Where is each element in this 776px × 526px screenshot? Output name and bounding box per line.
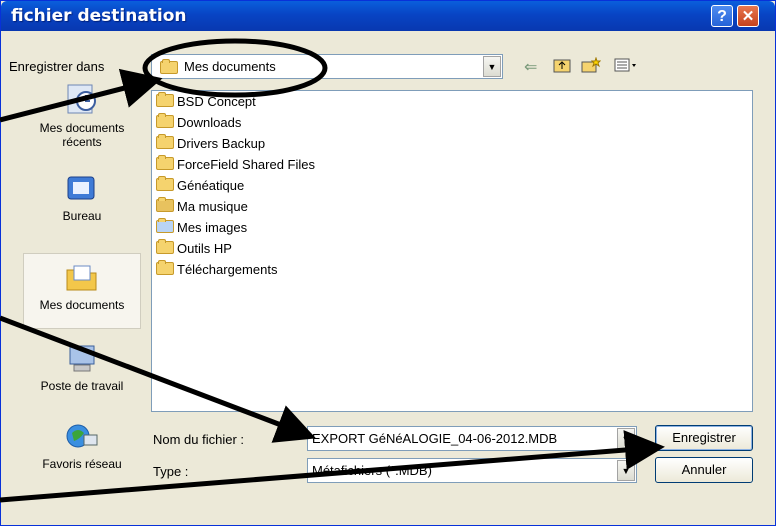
place-label: Bureau [62, 209, 102, 223]
list-item[interactable]: Téléchargements [156, 260, 277, 282]
save-in-label: Enregistrer dans [9, 59, 105, 74]
place-label: Mes documents récents [39, 121, 125, 149]
new-folder-icon[interactable] [581, 56, 602, 78]
recent-documents-icon [67, 84, 96, 114]
music-folder-icon [156, 197, 174, 212]
place-network[interactable]: Favoris réseau [23, 421, 141, 471]
title-bar[interactable]: fichier destination ? ✕ [1, 1, 775, 31]
help-button[interactable]: ? [711, 5, 733, 27]
place-label: Poste de travail [40, 379, 124, 393]
network-places-icon [66, 424, 98, 448]
view-menu-icon[interactable] [614, 57, 638, 78]
chevron-down-icon[interactable]: ▼ [483, 56, 501, 77]
up-folder-icon[interactable] [553, 57, 571, 78]
close-button[interactable]: ✕ [737, 5, 759, 27]
place-my-documents[interactable]: Mes documents [23, 253, 141, 329]
filename-value: EXPORT GéNéALOGIE_04-06-2012.MDB [312, 431, 558, 446]
folder-icon [156, 92, 174, 107]
folder-icon [156, 155, 174, 170]
folder-icon [156, 113, 174, 128]
place-label: Favoris réseau [42, 457, 122, 471]
window-title: fichier destination [11, 6, 187, 26]
my-documents-icon [66, 265, 97, 291]
desktop-icon [67, 176, 95, 200]
save-in-dropdown[interactable]: Mes documents ▼ [151, 54, 503, 79]
filetype-value: Métafichiers (*.MDB) [312, 463, 432, 478]
cancel-button[interactable]: Annuler [655, 457, 753, 483]
place-recent-documents[interactable]: Mes documents récents [23, 81, 141, 149]
folder-icon [156, 176, 174, 191]
chevron-down-icon[interactable]: ▼ [617, 428, 635, 449]
place-my-computer[interactable]: Poste de travail [23, 343, 141, 393]
folder-icon [160, 59, 181, 78]
chevron-down-icon[interactable]: ▼ [617, 460, 635, 481]
pictures-folder-icon [156, 218, 174, 233]
save-in-value: Mes documents [184, 59, 276, 74]
filetype-dropdown[interactable]: Métafichiers (*.MDB) ▼ [307, 458, 637, 483]
list-item[interactable]: ForceField Shared Files [156, 155, 315, 177]
filetype-label: Type : [153, 464, 189, 479]
list-item[interactable]: Drivers Backup [156, 134, 265, 156]
list-item[interactable]: BSD Concept [156, 92, 256, 114]
place-label: Mes documents [39, 298, 125, 312]
list-item[interactable]: Généatique [156, 176, 244, 198]
back-arrow-icon[interactable]: ⇐ [524, 57, 537, 77]
list-item[interactable]: Mes images [156, 218, 247, 240]
file-list[interactable]: BSD Concept Downloads Drivers Backup For… [151, 90, 753, 412]
places-bar: Mes documents récents Bureau Mes documen… [23, 81, 141, 501]
list-item[interactable]: Ma musique [156, 197, 248, 219]
filename-field[interactable]: EXPORT GéNéALOGIE_04-06-2012.MDB ▼ [307, 426, 637, 451]
my-computer-icon [69, 345, 95, 372]
folder-icon [156, 260, 174, 275]
folder-icon [156, 239, 174, 254]
file-save-dialog: fichier destination ? ✕ Enregistrer dans… [0, 0, 776, 526]
list-item[interactable]: Outils HP [156, 239, 232, 261]
list-item[interactable]: Downloads [156, 113, 241, 135]
filename-label: Nom du fichier : [153, 432, 245, 447]
save-button[interactable]: Enregistrer [655, 425, 753, 451]
folder-icon [156, 134, 174, 149]
place-desktop[interactable]: Bureau [23, 173, 141, 223]
